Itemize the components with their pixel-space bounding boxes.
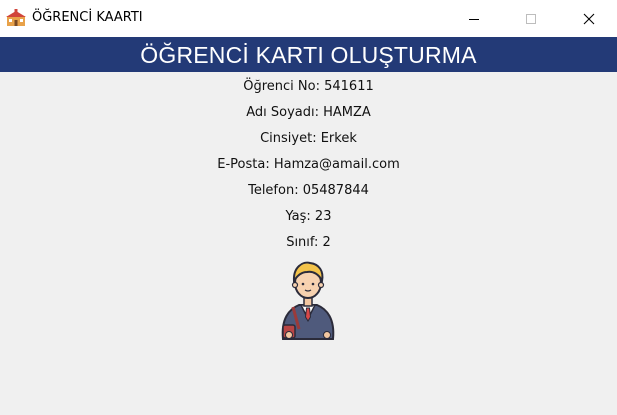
school-icon	[6, 9, 26, 26]
window-title: ÖĞRENCİ KAARTI	[32, 10, 143, 25]
page-title: ÖĞRENCİ KARTI OLUŞTURMA	[0, 37, 617, 72]
minimize-button[interactable]	[451, 0, 497, 37]
student-email: E-Posta: Hamza@amail.com	[217, 157, 400, 172]
student-name: Adı Soyadı: HAMZA	[246, 105, 371, 120]
minimize-icon	[469, 18, 479, 20]
maximize-icon	[526, 13, 536, 24]
student-class: Sınıf: 2	[286, 235, 331, 250]
maximize-button[interactable]	[508, 0, 554, 37]
close-icon	[583, 13, 595, 24]
student-avatar-icon	[281, 261, 335, 340]
student-number: Öğrenci No: 541611	[243, 79, 374, 94]
title-bar: ÖĞRENCİ KAARTI	[0, 0, 617, 37]
student-gender: Cinsiyet: Erkek	[260, 131, 357, 146]
student-age: Yaş: 23	[285, 209, 332, 224]
student-phone: Telefon: 05487844	[248, 183, 369, 198]
close-button[interactable]	[566, 0, 612, 37]
